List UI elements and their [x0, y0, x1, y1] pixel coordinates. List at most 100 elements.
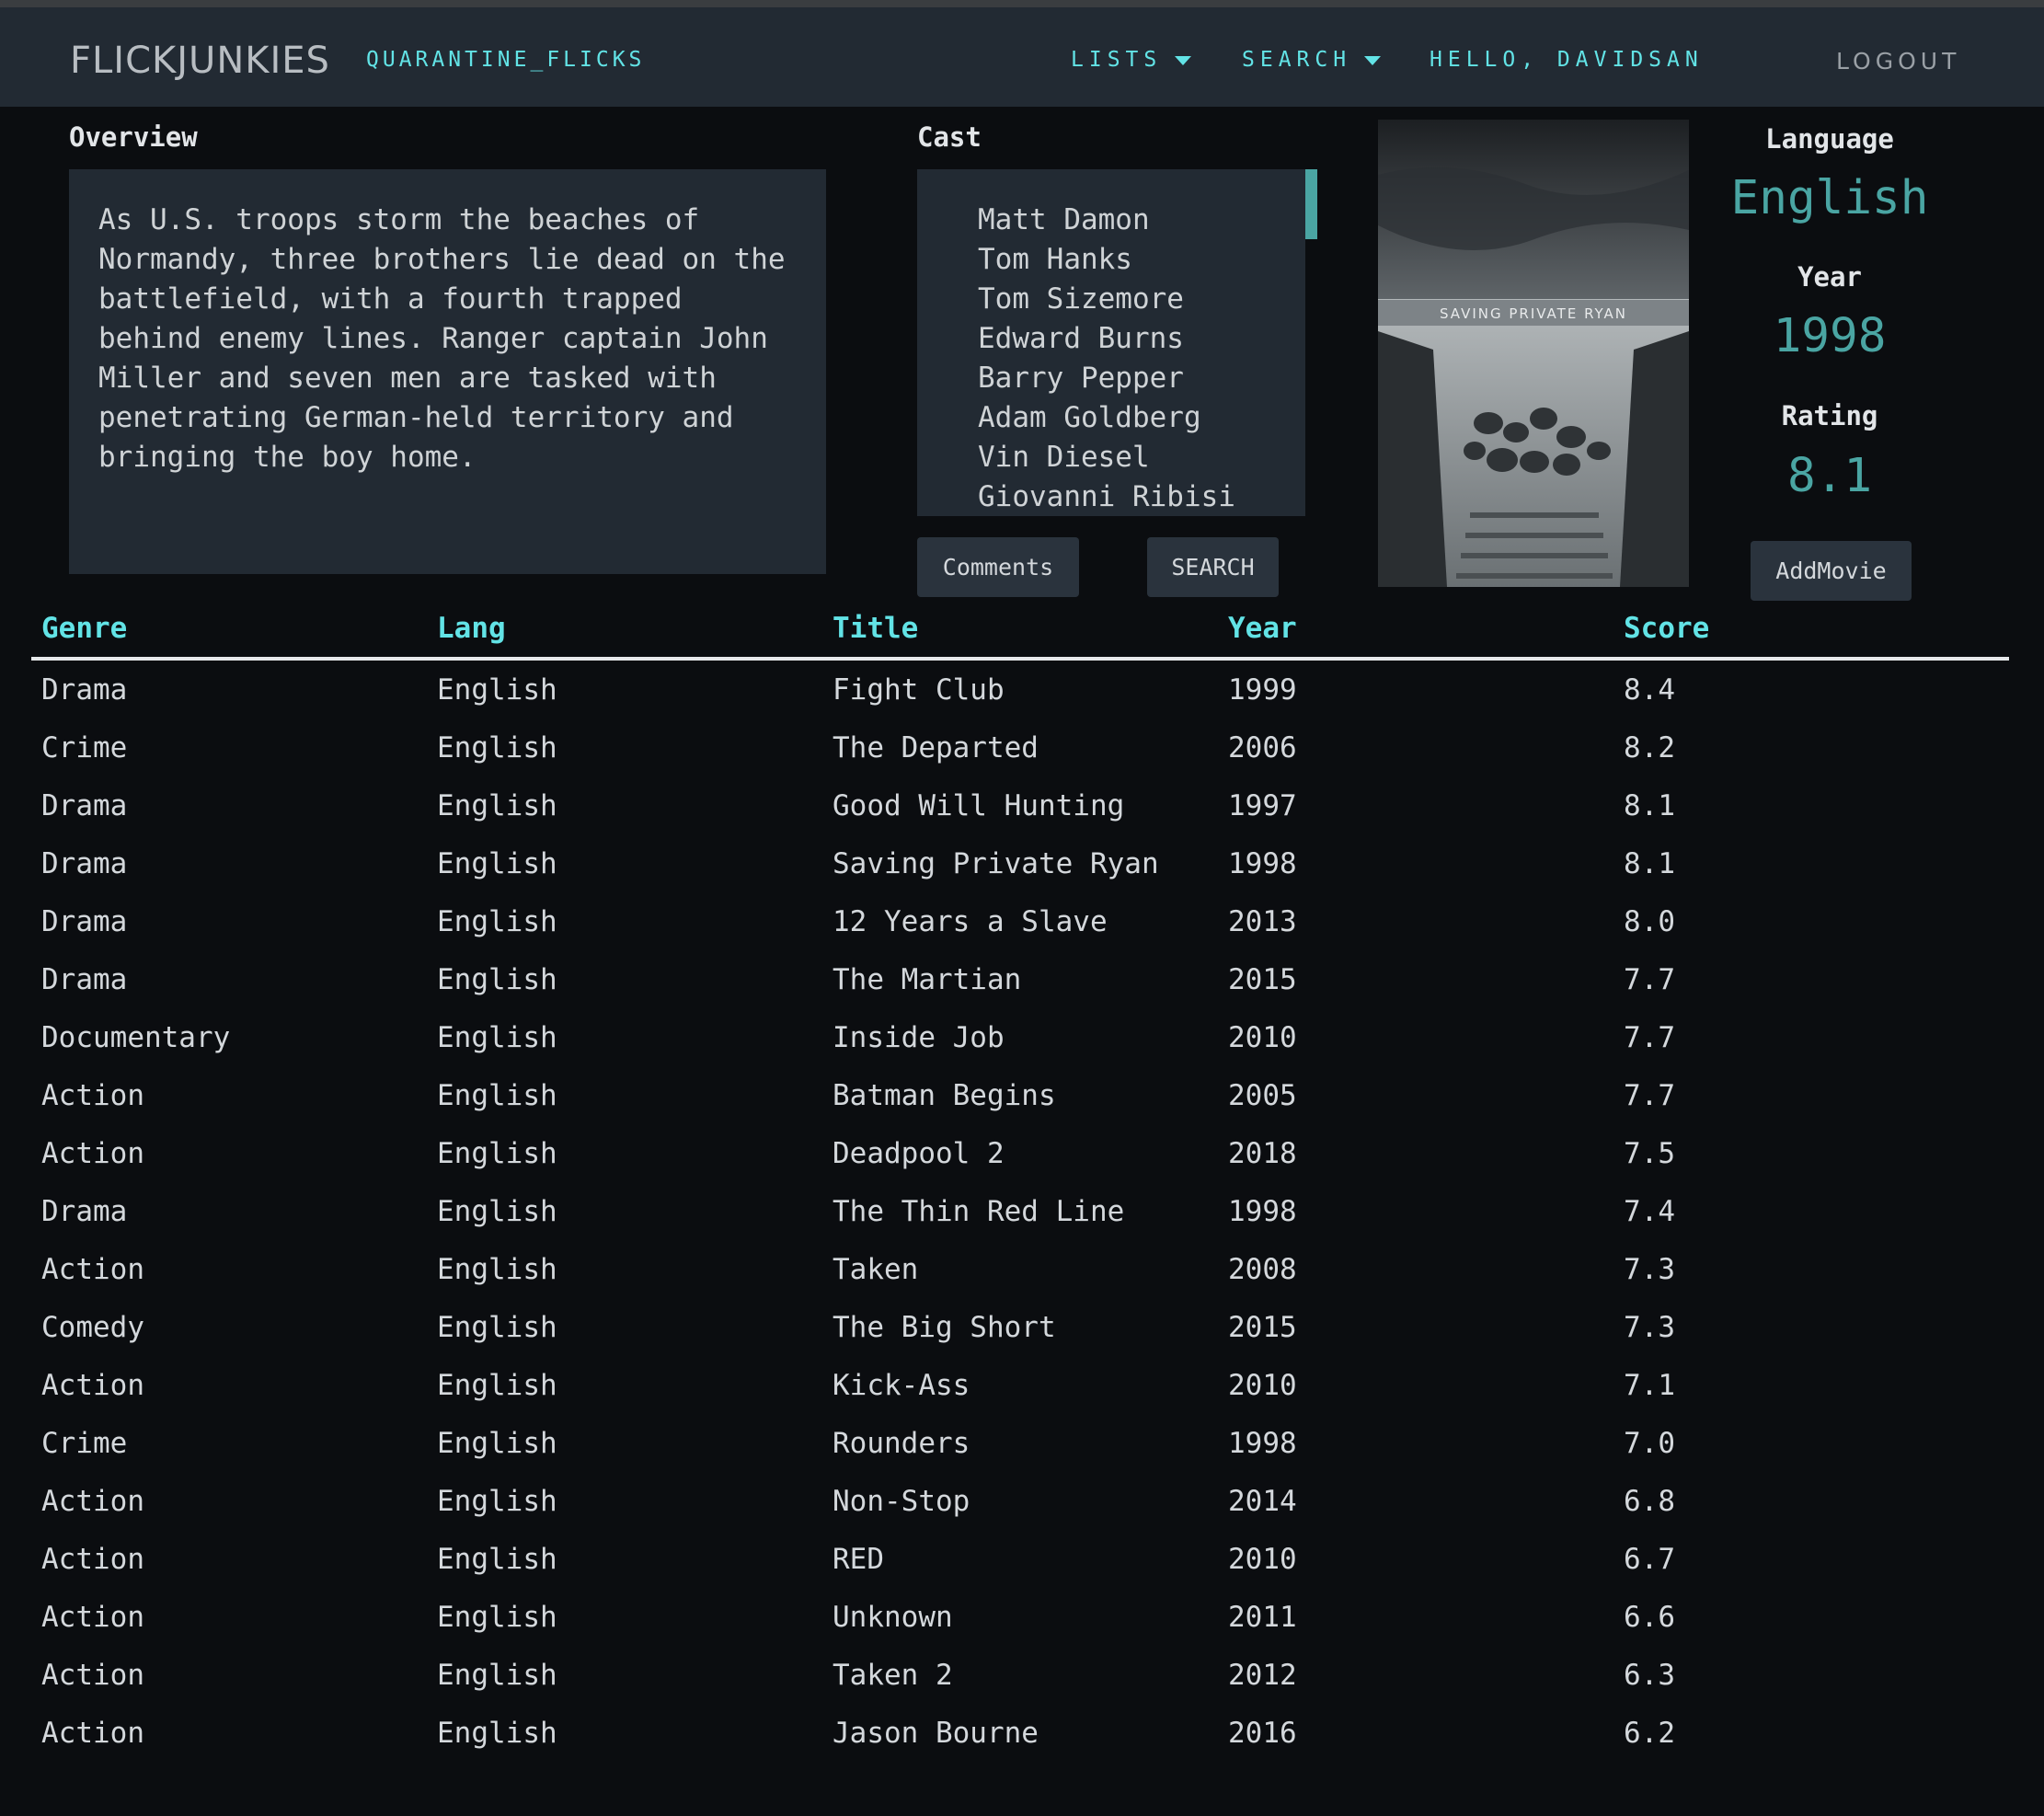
- cell-title: Saving Private Ryan: [833, 847, 1159, 880]
- overview-label: Overview: [69, 121, 198, 153]
- cast-scrollbar[interactable]: [1305, 169, 1317, 239]
- column-header-lang[interactable]: Lang: [437, 612, 506, 645]
- cell-year: 2012: [1228, 1659, 1297, 1692]
- cell-year: 2015: [1228, 1311, 1297, 1344]
- cell-title: Good Will Hunting: [833, 789, 1125, 822]
- cell-genre: Drama: [41, 847, 128, 880]
- comments-button[interactable]: Comments: [917, 537, 1079, 597]
- nav-search-dropdown[interactable]: SEARCH: [1242, 48, 1382, 72]
- table-row[interactable]: Drama English Saving Private Ryan 1998 8.1: [31, 835, 2009, 893]
- table-row[interactable]: Action English Deadpool 2 2018 7.5: [31, 1125, 2009, 1183]
- search-button[interactable]: SEARCH: [1147, 537, 1279, 597]
- cell-genre: Action: [41, 1253, 144, 1286]
- cell-score: 7.0: [1624, 1427, 1675, 1460]
- cell-lang: English: [437, 1717, 557, 1750]
- nav-lists-dropdown[interactable]: LISTS: [1071, 48, 1192, 72]
- chevron-down-icon: [1175, 55, 1192, 65]
- poster-image: SAVING PRIVATE RYAN: [1378, 120, 1689, 587]
- cell-genre: Crime: [41, 1427, 128, 1460]
- cast-member: Tom Sizemore: [978, 282, 1184, 316]
- table-row[interactable]: Documentary English Inside Job 2010 7.7: [31, 1009, 2009, 1067]
- table-row[interactable]: Drama English The Thin Red Line 1998 7.4: [31, 1183, 2009, 1241]
- cell-title: RED: [833, 1543, 884, 1576]
- cell-score: 6.2: [1624, 1717, 1675, 1750]
- column-header-score[interactable]: Score: [1624, 612, 1709, 645]
- logout-link[interactable]: LOGOUT: [1836, 48, 1960, 75]
- add-movie-button[interactable]: AddMovie: [1751, 541, 1912, 601]
- cell-score: 6.7: [1624, 1543, 1675, 1576]
- column-header-genre[interactable]: Genre: [41, 612, 127, 645]
- table-row[interactable]: Drama English The Martian 2015 7.7: [31, 951, 2009, 1009]
- cast-label: Cast: [917, 121, 982, 153]
- brand-logo[interactable]: FLICKJUNKIES: [70, 40, 330, 82]
- table-row[interactable]: Action English Kick-Ass 2010 7.1: [31, 1357, 2009, 1415]
- cell-year: 2018: [1228, 1137, 1297, 1170]
- cell-year: 1998: [1228, 1427, 1297, 1460]
- cell-year: 2013: [1228, 905, 1297, 938]
- cast-member: Giovanni Ribisi: [978, 480, 1235, 513]
- table-row[interactable]: Comedy English The Big Short 2015 7.3: [31, 1299, 2009, 1357]
- cell-lang: English: [437, 905, 557, 938]
- column-header-year[interactable]: Year: [1228, 612, 1297, 645]
- cell-genre: Drama: [41, 789, 128, 822]
- table-row[interactable]: Crime English The Departed 2006 8.2: [31, 719, 2009, 777]
- cell-year: 2014: [1228, 1485, 1297, 1518]
- cell-score: 8.1: [1624, 847, 1675, 880]
- cell-title: Taken 2: [833, 1659, 953, 1692]
- table-row[interactable]: Drama English Good Will Hunting 1997 8.1: [31, 777, 2009, 835]
- cell-year: 2006: [1228, 731, 1297, 764]
- table-header: Genre Lang Title Year Score: [31, 598, 2009, 661]
- language-value: English: [1730, 171, 1929, 225]
- cast-list: Matt Damon Tom Hanks Tom Sizemore Edward…: [917, 169, 1305, 516]
- table-row[interactable]: Crime English Rounders 1998 7.0: [31, 1415, 2009, 1473]
- table-row[interactable]: Action English RED 2010 6.7: [31, 1531, 2009, 1589]
- cell-title: Inside Job: [833, 1021, 1005, 1054]
- cell-title: Rounders: [833, 1427, 970, 1460]
- cell-year: 2008: [1228, 1253, 1297, 1286]
- cast-list-box[interactable]: Matt Damon Tom Hanks Tom Sizemore Edward…: [917, 169, 1305, 516]
- cell-title: Deadpool 2: [833, 1137, 1005, 1170]
- cell-title: The Big Short: [833, 1311, 1056, 1344]
- cell-genre: Action: [41, 1137, 144, 1170]
- cell-title: Fight Club: [833, 673, 1005, 707]
- cell-score: 7.3: [1624, 1253, 1675, 1286]
- cell-score: 7.3: [1624, 1311, 1675, 1344]
- cell-score: 6.6: [1624, 1601, 1675, 1634]
- cell-score: 7.7: [1624, 963, 1675, 996]
- cell-year: 2010: [1228, 1021, 1297, 1054]
- cell-title: Kick-Ass: [833, 1369, 970, 1402]
- chevron-down-icon: [1364, 55, 1382, 65]
- cast-member: Adam Goldberg: [978, 401, 1201, 434]
- app-name-link[interactable]: QUARANTINE_FLICKS: [366, 48, 645, 72]
- cell-year: 2005: [1228, 1079, 1297, 1112]
- table-row[interactable]: Drama English 12 Years a Slave 2013 8.0: [31, 893, 2009, 951]
- cell-genre: Action: [41, 1543, 144, 1576]
- cell-title: Unknown: [833, 1601, 953, 1634]
- cell-genre: Drama: [41, 963, 128, 996]
- cell-title: 12 Years a Slave: [833, 905, 1108, 938]
- table-row[interactable]: Action English Unknown 2011 6.6: [31, 1589, 2009, 1647]
- nav-search-label: SEARCH: [1242, 48, 1352, 72]
- cell-lang: English: [437, 963, 557, 996]
- cell-genre: Drama: [41, 905, 128, 938]
- cell-title: The Departed: [833, 731, 1039, 764]
- nav-user-greeting[interactable]: HELLO, DAVIDSAN: [1430, 48, 1704, 72]
- cell-score: 8.0: [1624, 905, 1675, 938]
- table-row[interactable]: Action English Batman Begins 2005 7.7: [31, 1067, 2009, 1125]
- cell-score: 8.2: [1624, 731, 1675, 764]
- cell-genre: Comedy: [41, 1311, 144, 1344]
- table-row[interactable]: Action English Non-Stop 2014 6.8: [31, 1473, 2009, 1531]
- cell-score: 6.8: [1624, 1485, 1675, 1518]
- cell-lang: English: [437, 1427, 557, 1460]
- column-header-title[interactable]: Title: [833, 612, 918, 645]
- cell-genre: Crime: [41, 731, 128, 764]
- cell-lang: English: [437, 1485, 557, 1518]
- table-row[interactable]: Action English Jason Bourne 2016 6.2: [31, 1705, 2009, 1763]
- table-row[interactable]: Action English Taken 2008 7.3: [31, 1241, 2009, 1299]
- cast-member: Vin Diesel: [978, 441, 1150, 474]
- cell-genre: Action: [41, 1079, 144, 1112]
- year-value: 1998: [1773, 309, 1887, 363]
- table-row[interactable]: Drama English Fight Club 1999 8.4: [31, 661, 2009, 719]
- table-row[interactable]: Action English Taken 2 2012 6.3: [31, 1647, 2009, 1705]
- cell-title: Non-Stop: [833, 1485, 970, 1518]
